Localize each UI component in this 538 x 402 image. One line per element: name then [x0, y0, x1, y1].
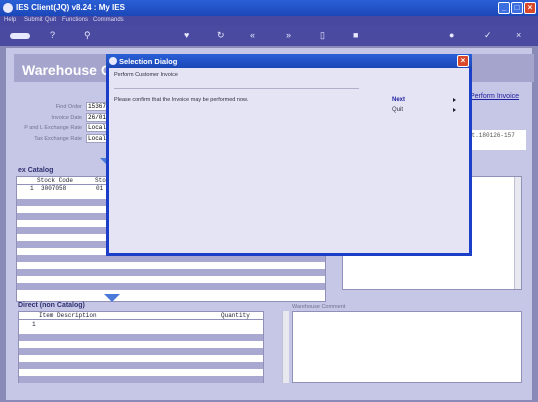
dialog-body: Perform Customer Invoice Please confirm … [109, 68, 469, 253]
next-arrow-icon[interactable] [453, 98, 456, 102]
non-catalog-grid-header: Item Description Quantity [19, 312, 263, 320]
field-label-pl-rate: P and L Exchange Rate [24, 125, 82, 131]
maximize-button[interactable]: □ [511, 2, 523, 14]
dialog-title: Selection Dialog [119, 57, 178, 66]
table-row [19, 376, 263, 383]
dialog-close-button[interactable]: × [457, 55, 469, 67]
close-button[interactable]: × [524, 2, 536, 14]
non-catalog-section-title: Direct (non Catalog) [18, 302, 85, 309]
row-number: 1 [32, 321, 36, 328]
dialog-separator [114, 88, 359, 89]
confirm-icon[interactable]: ✓ [484, 30, 492, 41]
stock-code-cell[interactable]: 3007058 [41, 185, 66, 192]
key-icon[interactable] [10, 33, 30, 39]
save-icon[interactable]: ■ [353, 30, 358, 40]
perform-invoice-link[interactable]: Perform Invoice [470, 93, 519, 100]
table-row[interactable]: 1 [19, 321, 263, 328]
next-record-icon[interactable]: » [286, 30, 291, 40]
close-toolbar-icon[interactable]: × [516, 30, 521, 40]
menu-help[interactable]: Help [4, 17, 16, 23]
dialog-heading: Perform Customer Invoice [114, 72, 178, 78]
warehouse-comment-label: Warehouse Comment [292, 304, 346, 310]
field-label-invoice-date: Invoice Date [51, 115, 82, 121]
table-row [19, 334, 263, 341]
right-panel-scrollbar[interactable] [514, 177, 521, 289]
dialog-app-icon [109, 57, 117, 65]
quit-arrow-icon[interactable] [453, 108, 456, 112]
first-record-icon[interactable]: « [250, 30, 255, 40]
menu-quit[interactable]: Quit [45, 17, 56, 23]
table-row [17, 255, 325, 262]
reference-field[interactable]: ct.180126-157 [468, 130, 526, 142]
title-bar[interactable]: IES Client(JQ) v8.24 : My IES _ □ × [0, 0, 538, 16]
table-row [17, 283, 325, 290]
globe-icon[interactable]: ● [449, 30, 454, 40]
next-option[interactable]: Next [392, 97, 405, 103]
catalog-section-title: ex Catalog [18, 167, 54, 174]
dialog-title-bar[interactable]: Selection Dialog × [106, 54, 472, 68]
table-row [19, 348, 263, 355]
selection-dialog: Selection Dialog × Perform Customer Invo… [106, 54, 472, 256]
store-cell[interactable]: 01 [96, 185, 103, 192]
non-catalog-scrollbar[interactable] [282, 311, 289, 383]
menu-commands[interactable]: Commands [93, 17, 124, 23]
app-window: IES Client(JQ) v8.24 : My IES _ □ × Help… [0, 0, 538, 402]
warehouse-comment-field[interactable] [292, 311, 522, 383]
toolbar: ? ⚲ ♥ ↻ « » ▯ ■ ● ✓ × [0, 26, 538, 46]
table-row [19, 362, 263, 369]
col-item-description[interactable]: Item Description [39, 312, 97, 319]
menu-bar: Help Submit Quit Functions Commands [0, 16, 538, 26]
refresh-icon[interactable]: ↻ [217, 30, 225, 41]
arrow-down-icon-2 [104, 294, 120, 302]
col-stock-code[interactable]: Stock Code [37, 177, 73, 184]
non-catalog-grid[interactable]: Item Description Quantity 1 [18, 311, 264, 383]
document-icon[interactable]: ▯ [320, 30, 325, 41]
table-row [17, 269, 325, 276]
dialog-message: Please confirm that the Invoice may be p… [114, 97, 249, 103]
help-icon[interactable]: ? [50, 30, 55, 40]
minimize-button[interactable]: _ [498, 2, 510, 14]
app-logo-icon [3, 3, 13, 13]
field-label-tax-rate: Tax Exchange Rate [34, 136, 82, 142]
reference-field-2[interactable] [468, 142, 526, 150]
heart-icon[interactable]: ♥ [184, 30, 189, 40]
field-label-find-order: Find Order [55, 104, 82, 110]
search-icon[interactable]: ⚲ [84, 30, 91, 41]
quit-option[interactable]: Quit [392, 107, 403, 113]
page-title: Warehouse Or [22, 62, 118, 78]
row-number: 1 [30, 185, 34, 192]
window-title: IES Client(JQ) v8.24 : My IES [16, 3, 125, 12]
col-quantity[interactable]: Quantity [221, 312, 250, 319]
menu-submit[interactable]: Submit [24, 17, 43, 23]
menu-functions[interactable]: Functions [62, 17, 88, 23]
